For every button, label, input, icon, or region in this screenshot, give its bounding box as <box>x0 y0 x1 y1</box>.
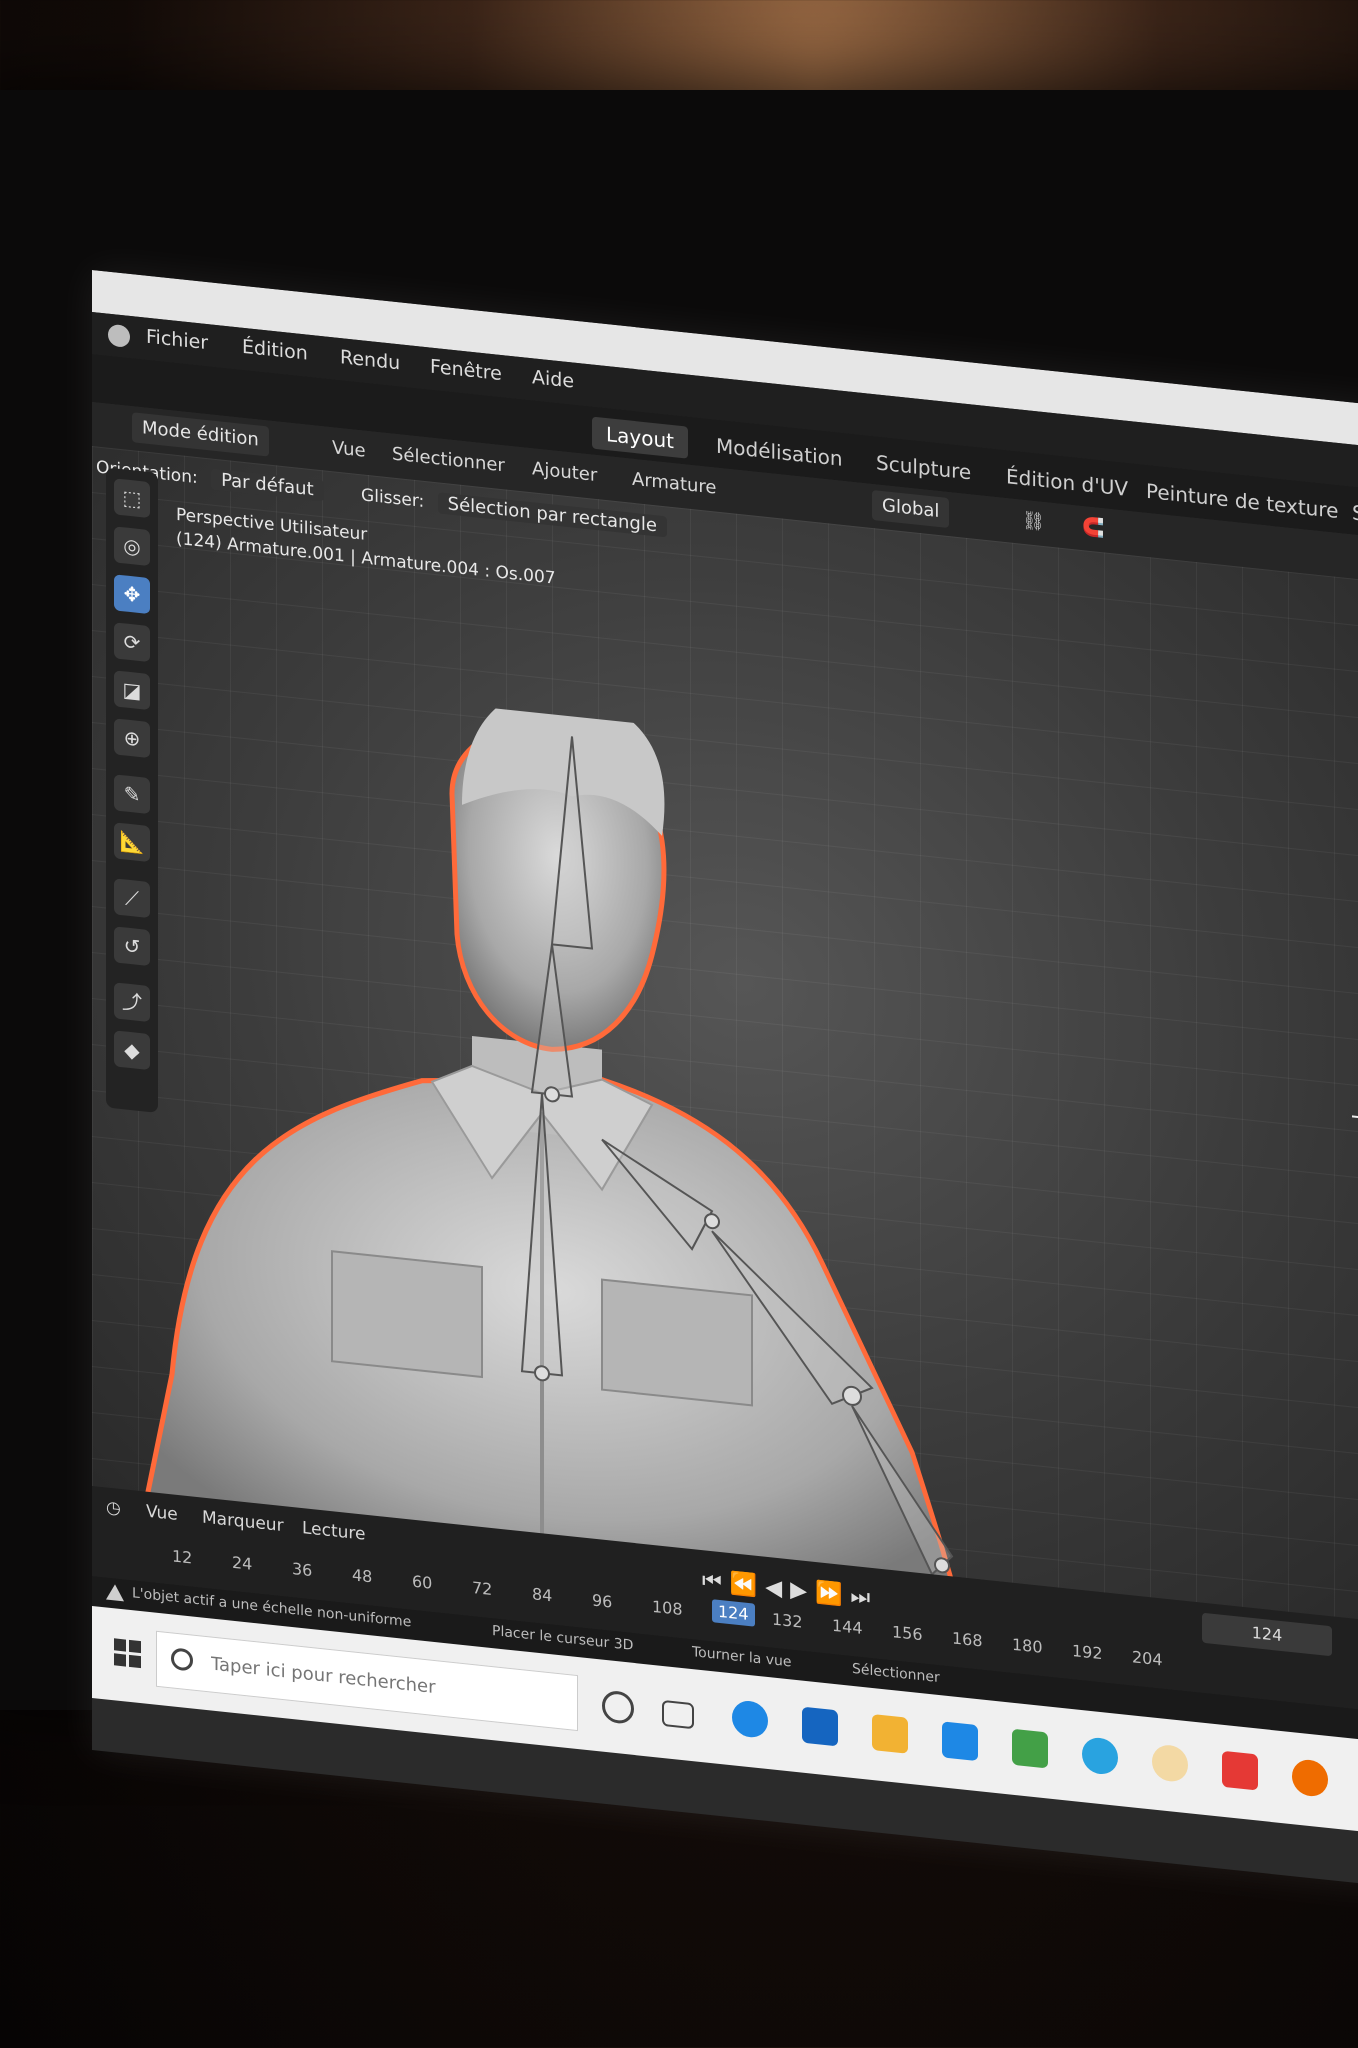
menu-edition[interactable]: Édition <box>242 336 308 365</box>
search-input[interactable] <box>209 1652 573 1714</box>
measure-icon[interactable]: 📐 <box>114 822 150 863</box>
menu-fichier[interactable]: Fichier <box>146 326 208 355</box>
frame-tick: 84 <box>532 1584 553 1606</box>
cortana-icon[interactable] <box>602 1689 634 1725</box>
frame-tick: 132 <box>772 1609 803 1632</box>
header-menu-armature[interactable]: Armature <box>632 469 717 499</box>
task-view-icon[interactable] <box>662 1699 694 1730</box>
telegram-icon[interactable] <box>1082 1736 1118 1776</box>
frame-tick: 36 <box>292 1559 313 1581</box>
frame-tick: 96 <box>592 1590 613 1612</box>
3d-viewport[interactable]: Orientation: Par défaut Glisser: Sélecti… <box>92 446 1358 1662</box>
3d-cursor-icon <box>1352 1098 1358 1138</box>
frame-tick: 60 <box>412 1571 433 1593</box>
timeline-editor-type-icon[interactable]: ◷ <box>106 1497 121 1519</box>
current-frame-field[interactable]: 124 <box>1202 1612 1332 1657</box>
header-menu-selectionner[interactable]: Sélectionner <box>392 444 505 477</box>
paint-icon[interactable] <box>1222 1750 1258 1791</box>
photos-icon[interactable] <box>1012 1728 1048 1769</box>
edge-icon[interactable] <box>732 1699 768 1740</box>
snap-icon[interactable]: 🧲 <box>1082 516 1104 539</box>
frame-tick: 48 <box>352 1565 373 1587</box>
frame-tick: 144 <box>832 1615 863 1638</box>
frame-tick: 180 <box>1012 1634 1043 1657</box>
blender-logo-icon[interactable] <box>108 323 130 348</box>
warning-icon <box>106 1583 124 1602</box>
menu-rendu[interactable]: Rendu <box>340 346 400 374</box>
transform-icon[interactable]: ⊕ <box>114 718 150 759</box>
frame-tick: 108 <box>652 1596 683 1620</box>
header-menu-vue[interactable]: Vue <box>332 437 366 462</box>
extrude-icon[interactable]: ⤴ <box>114 982 150 1023</box>
current-frame-indicator[interactable]: 124 <box>712 1599 755 1627</box>
frame-tick: 168 <box>952 1628 983 1651</box>
store-icon[interactable] <box>802 1706 838 1747</box>
timeline-menu-vue[interactable]: Vue <box>146 1502 178 1525</box>
frame-tick: 192 <box>1072 1641 1103 1664</box>
select-box-icon[interactable]: ⬚ <box>114 478 150 519</box>
search-icon <box>171 1647 193 1672</box>
roll-icon[interactable]: ↺ <box>114 926 150 967</box>
annotate-icon[interactable]: ✎ <box>114 774 150 815</box>
tab-layout[interactable]: Layout <box>592 416 688 459</box>
tool-shelf: ⬚ ◎ ✥ ⟳ ◪ ⊕ ✎ 📐 ⟋ ↺ ⤴ ◆ <box>106 467 158 1113</box>
frame-tick: 204 <box>1132 1647 1163 1670</box>
scale-icon[interactable]: ◪ <box>114 670 150 711</box>
frame-tick: 156 <box>892 1622 923 1645</box>
rotate-icon[interactable]: ⟳ <box>114 622 150 663</box>
status-hint-rotate: Tourner la vue <box>692 1644 792 1671</box>
drag-label: Glisser: <box>361 485 425 512</box>
transform-orientation-selector[interactable]: Global <box>872 489 950 529</box>
tab-shading[interactable]: Shading <box>1338 495 1358 538</box>
frame-tick: 72 <box>472 1577 493 1600</box>
envelope-icon[interactable]: ◆ <box>114 1030 150 1071</box>
move-icon[interactable]: ✥ <box>114 574 150 615</box>
header-menu-ajouter[interactable]: Ajouter <box>532 458 597 486</box>
tab-sculpture[interactable]: Sculpture <box>862 445 985 490</box>
mail-icon[interactable] <box>942 1721 978 1762</box>
blender-window: Fichier Édition Rendu Fenêtre Aide Layou… <box>92 270 1358 1887</box>
frame-tick: 12 <box>172 1546 193 1568</box>
link-icon[interactable]: ⛓ <box>1022 510 1045 533</box>
timeline-menu-marqueur[interactable]: Marqueur <box>202 1508 284 1537</box>
menu-aide[interactable]: Aide <box>532 366 574 392</box>
menu-fenetre[interactable]: Fenêtre <box>430 356 502 386</box>
timeline-menu-lecture[interactable]: Lecture <box>302 1518 366 1545</box>
status-hint-select: Sélectionner <box>852 1660 940 1687</box>
file-explorer-icon[interactable] <box>872 1713 908 1754</box>
mode-selector[interactable]: Mode édition <box>132 412 269 457</box>
app-icon[interactable] <box>1152 1743 1188 1784</box>
blender-taskbar-icon[interactable] <box>1292 1758 1328 1798</box>
bone-size-icon[interactable]: ⟋ <box>114 878 150 919</box>
windows-start-icon[interactable] <box>114 1638 142 1669</box>
frame-tick: 24 <box>232 1552 253 1574</box>
cursor-icon[interactable]: ◎ <box>114 526 150 567</box>
